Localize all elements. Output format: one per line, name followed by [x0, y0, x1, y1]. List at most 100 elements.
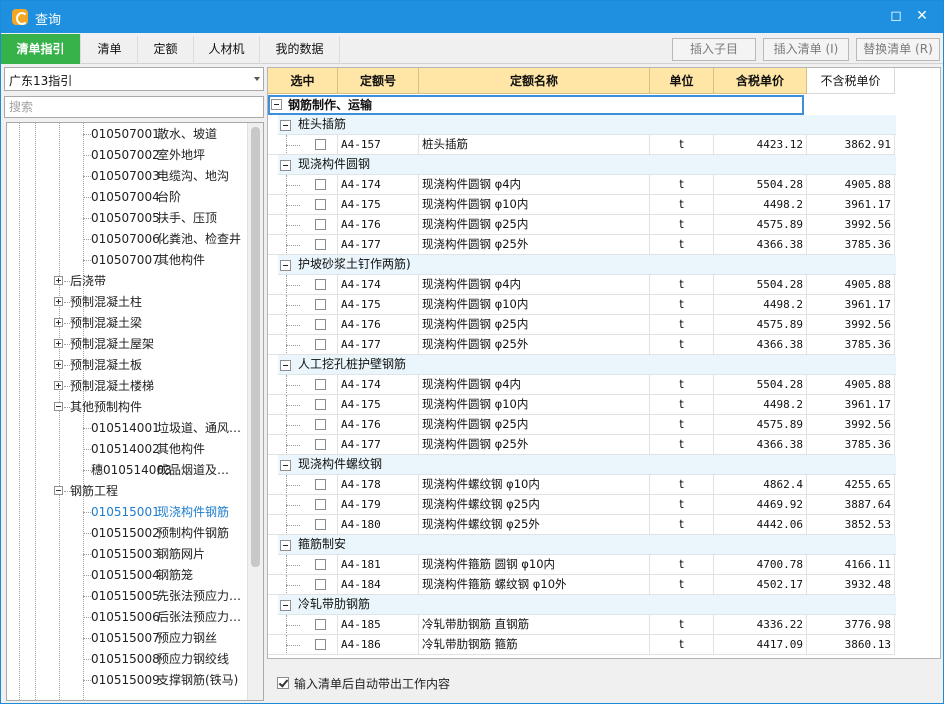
col-price-ex[interactable]: 不含税单价	[807, 68, 895, 94]
expand-icon[interactable]	[54, 360, 63, 369]
expand-icon[interactable]	[54, 276, 63, 285]
collapse-icon[interactable]	[280, 460, 291, 471]
row-checkbox[interactable]	[315, 519, 326, 530]
tree-item[interactable]: 钢筋工程	[7, 481, 247, 502]
table-row[interactable]: A4-181 现浇构件箍筋 圆钢 φ10内 t 4700.78 4166.11	[268, 555, 896, 575]
table-row[interactable]: A4-179 现浇构件螺纹钢 φ25内 t 4469.92 3887.64	[268, 495, 896, 515]
row-checkbox[interactable]	[315, 479, 326, 490]
tree-item[interactable]: 010507006 化粪池、检查井	[7, 229, 247, 250]
row-checkbox[interactable]	[315, 619, 326, 630]
group-row[interactable]: 箍筋制安	[268, 535, 896, 555]
row-checkbox[interactable]	[315, 639, 326, 650]
row-checkbox[interactable]	[315, 139, 326, 150]
tree-item[interactable]: 预制混凝土柱	[7, 292, 247, 313]
tree-item[interactable]: 010507001 散水、坡道	[7, 124, 247, 145]
tree-item[interactable]: 预制混凝土梁	[7, 313, 247, 334]
tree-item[interactable]: 010514001 垃圾道、通风…	[7, 418, 247, 439]
table-row[interactable]: A4-176 现浇构件圆钢 φ25内 t 4575.89 3992.56	[268, 415, 896, 435]
tree-item[interactable]: 010507005 扶手、压顶	[7, 208, 247, 229]
tab-list-guide[interactable]: 清单指引	[1, 34, 81, 64]
search-input[interactable]	[4, 96, 264, 118]
replace-list-button[interactable]: 替换清单 (R)	[856, 38, 940, 61]
tree-item[interactable]: 010507003 电缆沟、地沟	[7, 166, 247, 187]
tab-my-data[interactable]: 我的数据	[260, 36, 340, 64]
row-checkbox[interactable]	[315, 199, 326, 210]
row-checkbox[interactable]	[315, 379, 326, 390]
collapse-icon[interactable]	[280, 160, 291, 171]
auto-fill-checkbox[interactable]	[277, 677, 289, 689]
table-row[interactable]: A4-176 现浇构件圆钢 φ25内 t 4575.89 3992.56	[268, 215, 896, 235]
row-checkbox[interactable]	[315, 319, 326, 330]
tree-item[interactable]: 010515008 预应力钢绞线	[7, 649, 247, 670]
col-code[interactable]: 定额号	[338, 68, 419, 94]
table-row[interactable]: A4-174 现浇构件圆钢 φ4内 t 5504.28 4905.88	[268, 275, 896, 295]
table-row[interactable]: A4-175 现浇构件圆钢 φ10内 t 4498.2 3961.17	[268, 195, 896, 215]
tree-scrollbar[interactable]	[247, 123, 263, 700]
row-checkbox[interactable]	[315, 239, 326, 250]
group-row[interactable]: 人工挖孔桩护壁钢筋	[268, 355, 896, 375]
row-checkbox[interactable]	[315, 399, 326, 410]
tree-item[interactable]: 010515007 预应力钢丝	[7, 628, 247, 649]
tree-item[interactable]: 010507002 室外地坪	[7, 145, 247, 166]
insert-list-button[interactable]: 插入清单 (I)	[763, 38, 849, 61]
group-row-top[interactable]: 钢筋制作、运输	[268, 95, 896, 115]
expand-icon[interactable]	[54, 318, 63, 327]
tree-item[interactable]: 后浇带	[7, 271, 247, 292]
col-unit[interactable]: 单位	[650, 68, 714, 94]
tree-item[interactable]: 010515006 后张法预应力…	[7, 607, 247, 628]
table-row[interactable]: A4-180 现浇构件螺纹钢 φ25外 t 4442.06 3852.53	[268, 515, 896, 535]
row-checkbox[interactable]	[315, 419, 326, 430]
row-checkbox[interactable]	[315, 339, 326, 350]
collapse-icon[interactable]	[280, 360, 291, 371]
tree-item[interactable]: 010515002 预制构件钢筋	[7, 523, 247, 544]
tree-item[interactable]: 010507004 台阶	[7, 187, 247, 208]
table-row[interactable]: A4-184 现浇构件箍筋 螺纹钢 φ10外 t 4502.17 3932.48	[268, 575, 896, 595]
row-checkbox[interactable]	[315, 439, 326, 450]
col-name[interactable]: 定额名称	[419, 68, 650, 94]
tree-item[interactable]: 预制混凝土屋架	[7, 334, 247, 355]
table-row[interactable]: A4-185 冷轧带肋钢筋 直钢筋 t 4336.22 3776.98	[268, 615, 896, 635]
tab-labor-material[interactable]: 人材机	[194, 36, 260, 64]
group-row[interactable]: 桩头插筋	[268, 115, 896, 135]
tree-item[interactable]: 其他预制构件	[7, 397, 247, 418]
tree-item[interactable]: 010507007 其他构件	[7, 250, 247, 271]
table-row[interactable]: A4-177 现浇构件圆钢 φ25外 t 4366.38 3785.36	[268, 235, 896, 255]
tree-item[interactable]: 预制混凝土楼梯	[7, 376, 247, 397]
collapse-icon[interactable]	[54, 402, 63, 411]
collapse-icon[interactable]	[54, 486, 63, 495]
tree-item[interactable]: 010515009 支撑钢筋(铁马)	[7, 670, 247, 691]
group-row[interactable]: 冷轧带肋钢筋	[268, 595, 896, 615]
table-row[interactable]: A4-174 现浇构件圆钢 φ4内 t 5504.28 4905.88	[268, 175, 896, 195]
collapse-icon[interactable]	[280, 540, 291, 551]
group-row[interactable]: 现浇构件螺纹钢	[268, 455, 896, 475]
col-select[interactable]: 选中	[268, 68, 338, 94]
tree-item[interactable]: 010515005 先张法预应力…	[7, 586, 247, 607]
maximize-icon[interactable]: ◻	[887, 7, 905, 25]
col-price[interactable]: 含税单价	[714, 68, 807, 94]
scrollbar-thumb[interactable]	[251, 127, 260, 567]
insert-child-button[interactable]: 插入子目	[672, 38, 756, 61]
row-checkbox[interactable]	[315, 559, 326, 570]
group-row[interactable]: 护坡砂浆土钉作两筋)	[268, 255, 896, 275]
row-checkbox[interactable]	[315, 279, 326, 290]
table-row[interactable]: A4-178 现浇构件螺纹钢 φ10内 t 4862.4 4255.65	[268, 475, 896, 495]
table-row[interactable]: A4-175 现浇构件圆钢 φ10内 t 4498.2 3961.17	[268, 395, 896, 415]
collapse-icon[interactable]	[280, 600, 291, 611]
collapse-icon[interactable]	[271, 99, 282, 110]
collapse-icon[interactable]	[280, 120, 291, 131]
tab-quota[interactable]: 定额	[138, 36, 194, 64]
tree-item[interactable]: 010514002 其他构件	[7, 439, 247, 460]
tree-item[interactable]: 010515003 钢筋网片	[7, 544, 247, 565]
guide-select[interactable]: 广东13指引	[4, 67, 264, 91]
tree-item[interactable]: 穗010514003 成品烟道及…	[7, 460, 247, 481]
collapse-icon[interactable]	[280, 260, 291, 271]
row-checkbox[interactable]	[315, 219, 326, 230]
row-checkbox[interactable]	[315, 499, 326, 510]
expand-icon[interactable]	[54, 381, 63, 390]
tree-item[interactable]: 预制混凝土板	[7, 355, 247, 376]
table-row[interactable]: A4-177 现浇构件圆钢 φ25外 t 4366.38 3785.36	[268, 335, 896, 355]
expand-icon[interactable]	[54, 297, 63, 306]
row-checkbox[interactable]	[315, 299, 326, 310]
tab-list[interactable]: 清单	[82, 36, 138, 64]
close-icon[interactable]: ✕	[913, 7, 931, 25]
